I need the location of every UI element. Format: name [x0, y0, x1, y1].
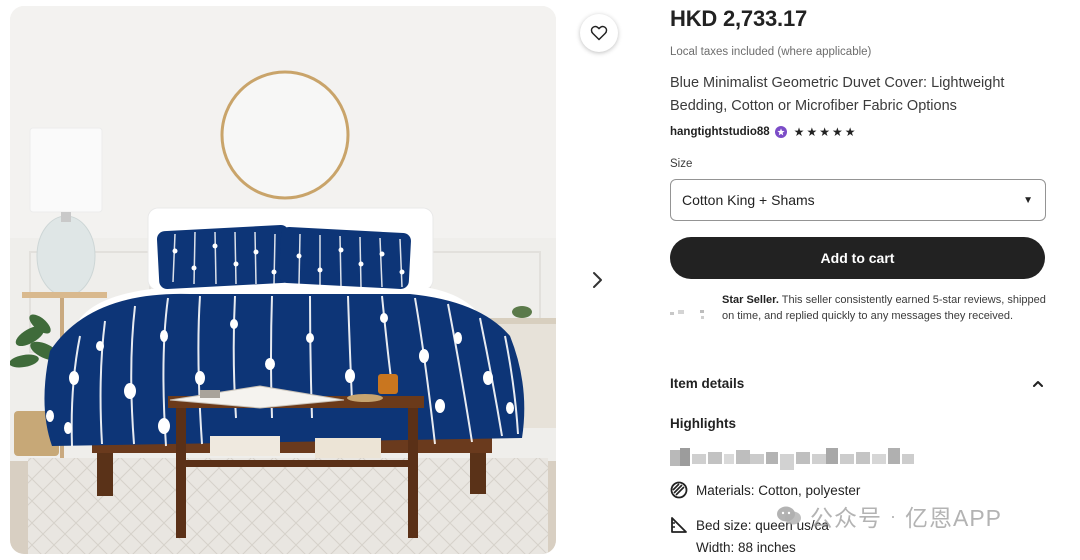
rating-stars[interactable]: ★ ★ ★ ★ ★	[794, 126, 856, 138]
highlights-heading: Highlights	[670, 416, 736, 431]
item-details-toggle[interactable]: Item details	[670, 376, 1045, 391]
star-seller-text: Star Seller. This seller consistently ea…	[722, 292, 1048, 346]
materials-text: Materials: Cotton, polyester	[696, 482, 861, 498]
star-icon: ★	[806, 125, 818, 139]
size-label: Size	[670, 158, 693, 170]
price: HKD 2,733.17	[670, 6, 808, 31]
favorite-button[interactable]	[580, 14, 618, 52]
chevron-up-icon	[1031, 377, 1045, 391]
seller-row: hangtightstudio88 ★ ★ ★ ★ ★	[670, 126, 856, 138]
seller-name[interactable]: hangtightstudio88	[670, 126, 770, 138]
watermark-channel: 公众号	[810, 505, 882, 531]
watermark: 公众号 · 亿恩APP	[776, 499, 1002, 533]
size-select[interactable]: Cotton King + Shams ▼	[670, 179, 1046, 221]
width-row: Width: 88 inches	[696, 540, 796, 555]
ruler-triangle-icon	[671, 517, 687, 533]
watermark-separator: ·	[890, 505, 897, 526]
product-image[interactable]	[10, 6, 556, 554]
tax-note: Local taxes included (where applicable)	[670, 46, 872, 58]
star-seller-title: Star Seller.	[722, 294, 779, 306]
redacted-highlight	[670, 444, 916, 472]
next-image-button[interactable]	[584, 264, 612, 296]
star-icon: ★	[793, 125, 805, 139]
star-badge-icon	[774, 126, 787, 138]
star-seller-icon	[670, 298, 708, 346]
fabric-icon	[670, 481, 688, 499]
listing-title: Blue Minimalist Geometric Duvet Cover: L…	[670, 75, 1005, 114]
item-details-heading: Item details	[670, 376, 745, 391]
star-icon: ★	[831, 125, 843, 139]
chevron-right-icon	[593, 272, 602, 288]
caret-down-icon: ▼	[1023, 194, 1033, 206]
width-text: Width: 88 inches	[696, 540, 796, 555]
star-seller-info: Star Seller. This seller consistently ea…	[670, 292, 1048, 346]
materials-row: Materials: Cotton, polyester	[670, 481, 860, 499]
wechat-icon	[777, 506, 801, 525]
heart-outline-icon	[590, 25, 608, 41]
bedroom-photo	[10, 6, 556, 554]
watermark-name: 亿恩APP	[905, 505, 1003, 531]
add-to-cart-button[interactable]: Add to cart	[670, 237, 1045, 279]
size-selected-value: Cotton King + Shams	[682, 192, 815, 208]
star-icon: ★	[844, 125, 856, 139]
star-icon: ★	[819, 125, 830, 139]
